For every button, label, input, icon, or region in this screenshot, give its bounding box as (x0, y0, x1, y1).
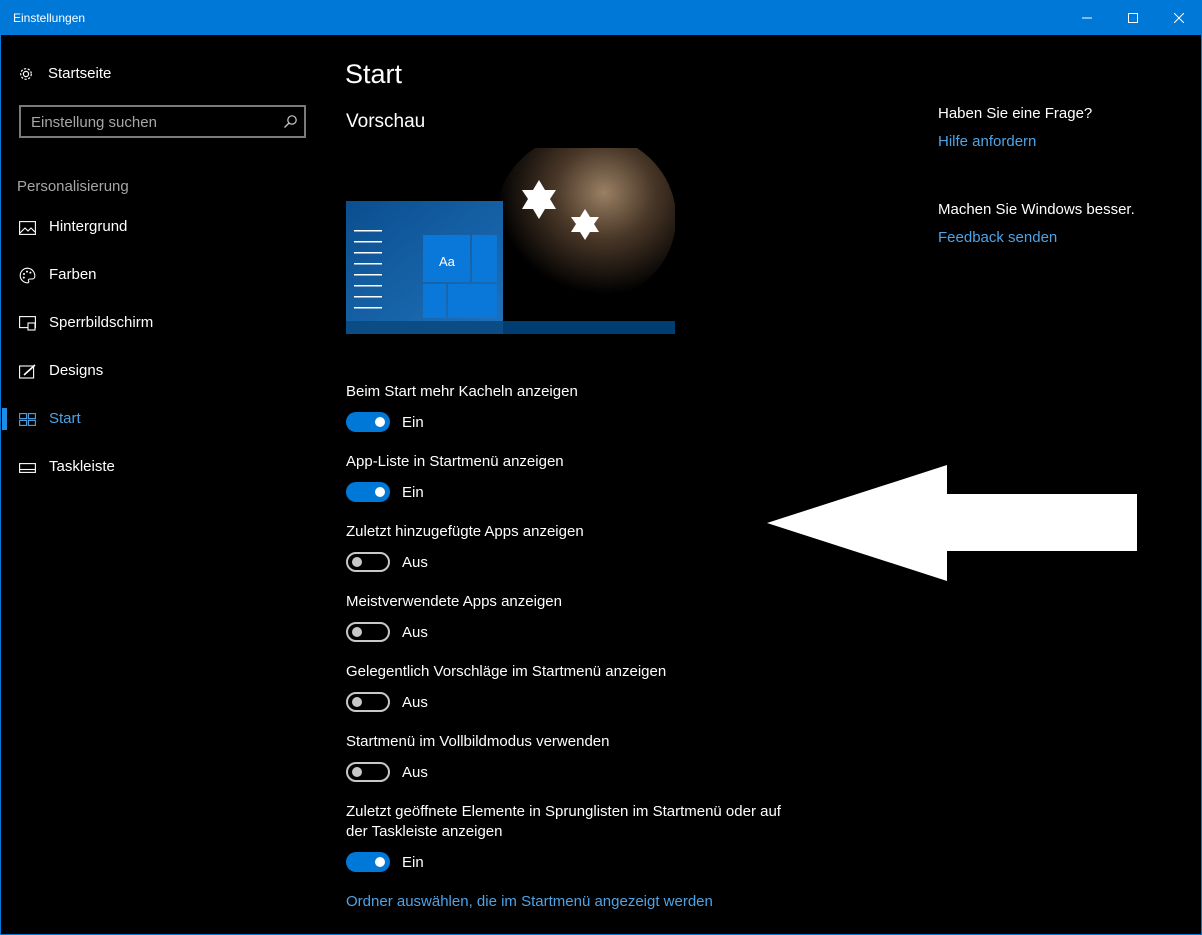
active-indicator (2, 408, 7, 430)
setting-label: App-Liste in Startmenü anzeigen (346, 453, 564, 470)
lock-screen-icon (19, 315, 36, 332)
sidebar-item-label: Farben (49, 266, 97, 283)
toggle-state: Aus (402, 553, 428, 571)
sidebar-item-label: Hintergrund (49, 218, 128, 235)
setting-more-tiles: Beim Start mehr Kacheln anzeigen Ein (346, 382, 806, 432)
home-link[interactable]: Startseite (18, 65, 111, 82)
toggle-state: Aus (402, 623, 428, 641)
home-label: Startseite (48, 65, 112, 82)
close-icon (1174, 12, 1184, 23)
setting-recent-apps: Zuletzt hinzugefügte Apps anzeigen Aus (346, 522, 806, 572)
sidebar-item-label: Designs (49, 362, 104, 379)
setting-label: Gelegentlich Vorschläge im Startmenü anz… (346, 663, 667, 680)
sidebar-item-label: Sperrbildschirm (49, 314, 154, 331)
search-input[interactable]: Einstellung suchen (19, 105, 306, 138)
feedback-link[interactable]: Feedback senden (938, 229, 1057, 246)
setting-label: Startmenü im Vollbildmodus verwenden (346, 733, 610, 750)
jump-lists-toggle[interactable] (346, 852, 390, 872)
toggle-state: Ein (402, 483, 424, 501)
setting-label: Zuletzt hinzugefügte Apps anzeigen (346, 523, 584, 540)
toggle-knob (375, 857, 385, 867)
preview-tile-label: Aa (439, 254, 455, 269)
toggle-knob (375, 417, 385, 427)
image-icon (19, 219, 36, 236)
sidebar-item-label: Start (49, 410, 81, 427)
setting-fullscreen: Startmenü im Vollbildmodus verwenden Aus (346, 732, 806, 782)
toggle-state: Aus (402, 693, 428, 711)
arrow-annotation (767, 465, 1137, 581)
choose-folders-link[interactable]: Ordner auswählen, die im Startmenü angez… (346, 893, 713, 910)
themes-icon (19, 363, 36, 380)
title-bar: Einstellungen (0, 0, 1202, 35)
toggle-knob (375, 487, 385, 497)
toggle-state: Ein (402, 413, 424, 431)
setting-app-list: App-Liste in Startmenü anzeigen Ein (346, 452, 806, 502)
sidebar-item-taskleiste[interactable]: Taskleiste (1, 445, 311, 489)
toggle-knob (352, 627, 362, 637)
toggle-knob (352, 697, 362, 707)
setting-most-used: Meistverwendete Apps anzeigen Aus (346, 592, 806, 642)
fullscreen-toggle[interactable] (346, 762, 390, 782)
suggestions-toggle[interactable] (346, 692, 390, 712)
search-icon (284, 115, 297, 128)
sidebar-item-farben[interactable]: Farben (1, 253, 311, 297)
maximize-button[interactable] (1110, 0, 1156, 35)
palette-icon (19, 267, 36, 284)
start-tiles-icon (19, 411, 36, 428)
section-label: Personalisierung (17, 178, 129, 195)
toggle-knob (352, 557, 362, 567)
improve-windows-text: Machen Sie Windows besser. (938, 201, 1135, 218)
sidebar-item-sperrbildschirm[interactable]: Sperrbildschirm (1, 301, 311, 345)
sidebar-item-label: Taskleiste (49, 458, 115, 475)
toggle-state: Aus (402, 763, 428, 781)
app-list-toggle[interactable] (346, 482, 390, 502)
setting-label: Zuletzt geöffnete Elemente in Sprunglist… (346, 803, 781, 840)
more-tiles-toggle[interactable] (346, 412, 390, 432)
sidebar-item-start[interactable]: Start (1, 397, 311, 441)
toggle-state: Ein (402, 853, 424, 871)
setting-label: Meistverwendete Apps anzeigen (346, 593, 562, 610)
window-title: Einstellungen (13, 11, 86, 25)
sidebar-item-designs[interactable]: Designs (1, 349, 311, 393)
most-used-toggle[interactable] (346, 622, 390, 642)
taskbar-icon (19, 459, 36, 476)
minimize-button[interactable] (1064, 0, 1110, 35)
toggle-knob (352, 767, 362, 777)
settings-window: Startseite Einstellung suchen Personalis… (1, 35, 1201, 934)
gear-icon (20, 67, 32, 80)
help-question: Haben Sie eine Frage? (938, 105, 1093, 122)
setting-jump-lists: Zuletzt geöffnete Elemente in Sprunglist… (346, 802, 796, 872)
minimize-icon (1082, 17, 1092, 18)
help-link[interactable]: Hilfe anfordern (938, 133, 1036, 150)
sidebar-item-hintergrund[interactable]: Hintergrund (1, 205, 311, 249)
start-preview-image: Aa (346, 133, 676, 334)
search-placeholder: Einstellung suchen (31, 114, 157, 131)
setting-suggestions: Gelegentlich Vorschläge im Startmenü anz… (346, 662, 806, 712)
close-button[interactable] (1156, 0, 1202, 35)
page-title: Start (345, 59, 403, 89)
preview-title: Vorschau (346, 111, 426, 132)
recent-apps-toggle[interactable] (346, 552, 390, 572)
maximize-icon (1128, 12, 1138, 23)
setting-label: Beim Start mehr Kacheln anzeigen (346, 383, 578, 400)
